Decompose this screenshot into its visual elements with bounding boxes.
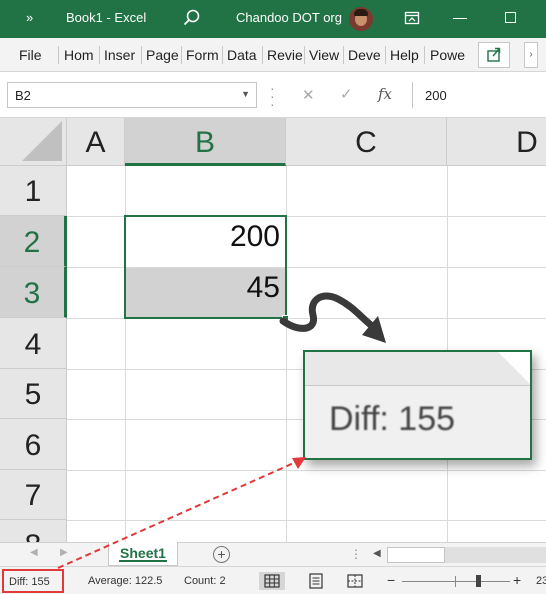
quick-access-overflow-button[interactable]: » — [26, 10, 33, 25]
zoom-out-button[interactable]: − — [387, 572, 395, 588]
formula-bar: B2 ▼ · · · ✕ ✓ fx 200 — [0, 72, 546, 118]
search-icon[interactable] — [183, 9, 201, 27]
row-header-7[interactable]: 7 — [0, 470, 67, 520]
page-layout-icon — [309, 573, 323, 589]
zoomed-status-callout: Diff: 155 — [303, 350, 532, 460]
row-header-8[interactable]: 8 — [0, 520, 67, 542]
row-header-3[interactable]: 3 — [0, 267, 67, 318]
column-header-c[interactable]: C — [286, 118, 447, 166]
zoom-slider[interactable] — [402, 581, 510, 582]
column-header-b[interactable]: B — [125, 118, 286, 166]
tab-file[interactable]: File — [19, 47, 42, 63]
maximize-button[interactable] — [505, 12, 516, 23]
share-button[interactable] — [478, 42, 510, 68]
sheet-tab-bar: ◀ ▶ Sheet1 + ⋮ ◀ — [0, 542, 546, 566]
tab-power[interactable]: Powe — [430, 47, 465, 63]
row-header-4[interactable]: 4 — [0, 318, 67, 369]
worksheet-grid[interactable]: A B C D 1 2 3 4 5 6 7 8 200 45 — [0, 118, 546, 542]
window-title: Book1 - Excel — [66, 10, 147, 25]
enter-entry-button[interactable]: ✓ — [340, 85, 353, 103]
row-header-6[interactable]: 6 — [0, 419, 67, 470]
grid-icon — [264, 574, 280, 588]
scroll-left-icon[interactable]: ◀ — [373, 548, 381, 559]
ribbon-tabs: File Hom Inser Page Form Data Revie View… — [0, 38, 546, 72]
tab-split-handle[interactable]: ⋮ — [350, 547, 362, 561]
fill-handle[interactable] — [282, 315, 289, 322]
row-header-2[interactable]: 2 — [0, 216, 67, 267]
add-sheet-button[interactable]: + — [213, 546, 230, 563]
ribbon-scroll-right-button[interactable]: › — [524, 42, 538, 68]
tab-review[interactable]: Revie — [267, 47, 303, 63]
chevron-down-icon[interactable]: ▼ — [241, 89, 250, 99]
page-break-view-button[interactable] — [342, 572, 368, 590]
insert-function-button[interactable]: fx — [378, 85, 392, 103]
status-count[interactable]: Count: 2 — [184, 575, 226, 587]
tab-help[interactable]: Help — [390, 47, 419, 63]
page-layout-view-button[interactable] — [303, 572, 329, 590]
sheet-nav-right-icon[interactable]: ▶ — [60, 547, 68, 558]
callout-diff-text: Diff: 155 — [329, 400, 456, 438]
tab-formulas[interactable]: Form — [186, 47, 219, 63]
page-break-icon — [347, 574, 363, 588]
name-box[interactable]: B2 ▼ — [7, 82, 257, 108]
tab-data[interactable]: Data — [227, 47, 257, 63]
column-header-a[interactable]: A — [67, 118, 125, 166]
tab-insert[interactable]: Inser — [104, 47, 135, 63]
minimize-button[interactable] — [453, 18, 467, 19]
share-icon — [487, 47, 501, 62]
formula-bar-grip-icon[interactable]: · · · — [270, 81, 275, 111]
avatar[interactable] — [349, 7, 373, 31]
sheet-tab-sheet1[interactable]: Sheet1 — [108, 542, 178, 566]
zoom-slider-thumb[interactable] — [476, 575, 481, 587]
column-header-d[interactable]: D — [447, 118, 546, 166]
formula-input[interactable]: 200 — [412, 82, 546, 108]
select-all-button[interactable] — [0, 118, 67, 166]
zoom-in-button[interactable]: + — [513, 572, 521, 588]
tab-developer[interactable]: Deve — [348, 47, 381, 63]
status-diff[interactable]: Diff: 155 — [2, 569, 64, 593]
tab-page-layout[interactable]: Page — [146, 47, 179, 63]
zoom-percent[interactable]: 23 — [536, 575, 546, 587]
user-name[interactable]: Chandoo DOT org — [236, 10, 342, 25]
name-box-value: B2 — [15, 88, 31, 103]
horizontal-scrollbar[interactable] — [387, 547, 546, 563]
selection-range — [124, 215, 287, 319]
cancel-entry-button[interactable]: ✕ — [302, 86, 315, 104]
row-header-1[interactable]: 1 — [0, 166, 67, 216]
row-header-5[interactable]: 5 — [0, 369, 67, 419]
normal-view-button[interactable] — [259, 572, 285, 590]
sheet-nav-left-icon[interactable]: ◀ — [30, 547, 38, 558]
status-bar: Diff: 155 Average: 122.5 Count: 2 − + 23 — [0, 566, 546, 594]
tab-home[interactable]: Hom — [64, 47, 94, 63]
title-bar: » Book1 - Excel Chandoo DOT org — [0, 0, 546, 38]
status-average[interactable]: Average: 122.5 — [88, 575, 162, 587]
ribbon-display-options-icon[interactable] — [404, 10, 420, 26]
tab-view[interactable]: View — [309, 47, 339, 63]
